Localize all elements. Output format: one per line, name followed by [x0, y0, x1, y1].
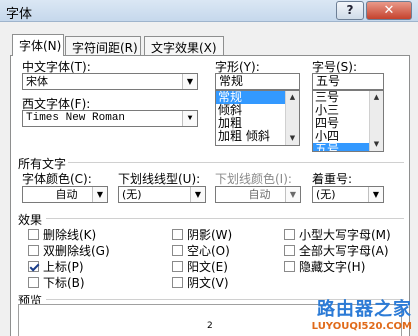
- watermark-brand: 路由器之家: [317, 299, 412, 320]
- checkbox-box[interactable]: [172, 261, 183, 272]
- watermark-url: LUYOUQI520.COM: [311, 321, 412, 332]
- emphasis-mark-label: 着重号:: [312, 172, 353, 186]
- arrow-up-icon[interactable]: ▲: [370, 91, 383, 104]
- font-size-input[interactable]: 五号: [312, 73, 384, 90]
- checkbox-engrave[interactable]: 阴文(V): [172, 274, 229, 290]
- title-bar: 字体 ? ✕: [0, 0, 418, 22]
- arrow-down-icon[interactable]: ▼: [286, 132, 299, 145]
- checkbox-double-strikethrough[interactable]: 双删除线(G): [28, 242, 110, 258]
- checkbox-box[interactable]: [28, 277, 39, 288]
- tab-character-spacing[interactable]: 字符间距(R): [65, 36, 141, 56]
- emphasis-mark-select[interactable]: (无) ▼: [312, 186, 384, 203]
- checkbox-strikethrough[interactable]: 删除线(K): [28, 226, 96, 242]
- font-color-select[interactable]: 自动 ▼: [22, 186, 108, 203]
- chevron-down-icon: ▼: [190, 187, 205, 202]
- underline-style-select[interactable]: (无) ▼: [118, 186, 206, 203]
- western-font-select[interactable]: Times New Roman ▼: [22, 110, 198, 127]
- underline-style-label: 下划线线型(U):: [118, 172, 201, 186]
- arrow-down-icon[interactable]: ▼: [370, 138, 383, 151]
- watermark-logo: 路由器之家 LUYOUQI520.COM: [312, 295, 412, 332]
- checkbox-box[interactable]: [28, 261, 39, 272]
- font-color-label: 字体颜色(C):: [22, 172, 92, 186]
- checkbox-box[interactable]: [172, 229, 183, 240]
- window-title: 字体: [6, 7, 33, 22]
- checkbox-superscript[interactable]: 上标(P): [28, 258, 84, 274]
- checkbox-box[interactable]: [172, 277, 183, 288]
- checkbox-shadow[interactable]: 阴影(W): [172, 226, 232, 242]
- checkbox-small-caps[interactable]: 小型大写字母(M): [284, 226, 391, 242]
- font-style-input[interactable]: 常规: [215, 73, 300, 90]
- chevron-down-icon: ▼: [368, 187, 383, 202]
- close-button[interactable]: ✕: [366, 1, 412, 20]
- font-style-list[interactable]: 常规 倾斜 加粗 加粗 倾斜 ▲ ▼: [215, 90, 300, 146]
- checkbox-box[interactable]: [284, 229, 295, 240]
- checkbox-box[interactable]: [28, 245, 39, 256]
- chevron-down-icon: ▼: [92, 187, 107, 202]
- tab-text-effects[interactable]: 文字效果(X): [144, 36, 224, 56]
- emphasis-mark-value: (无): [316, 188, 336, 201]
- checkbox-hidden[interactable]: 隐藏文字(H): [284, 258, 365, 274]
- preview-sample: 2: [207, 321, 213, 331]
- western-font-value: Times New Roman: [26, 112, 126, 124]
- underline-style-value: (无): [122, 188, 142, 201]
- divider: [46, 218, 404, 219]
- underline-color-value: 自动: [248, 188, 271, 201]
- checkbox-box[interactable]: [28, 229, 39, 240]
- chevron-down-icon: ▼: [182, 111, 197, 126]
- chinese-font-select[interactable]: 宋体 ▼: [22, 73, 198, 90]
- chinese-font-value: 宋体: [26, 75, 48, 88]
- checkbox-subscript[interactable]: 下标(B): [28, 274, 85, 290]
- underline-color-label: 下划线颜色(I):: [215, 172, 292, 186]
- checkbox-box[interactable]: [172, 245, 183, 256]
- tab-font[interactable]: 字体(N): [12, 34, 64, 56]
- font-size-list[interactable]: 三号 小三 四号 小四 五号 ▲ ▼: [312, 90, 384, 152]
- checkbox-outline[interactable]: 空心(O): [172, 242, 230, 258]
- checkbox-all-caps[interactable]: 全部大写字母(A): [284, 242, 389, 258]
- underline-color-select: 自动 ▼: [215, 186, 301, 203]
- checkbox-box[interactable]: [284, 261, 295, 272]
- chevron-down-icon: ▼: [285, 187, 300, 202]
- chevron-down-icon: ▼: [182, 74, 197, 89]
- scrollbar[interactable]: ▲ ▼: [369, 91, 383, 151]
- arrow-up-icon[interactable]: ▲: [286, 91, 299, 104]
- scrollbar[interactable]: ▲ ▼: [285, 91, 299, 145]
- checkbox-emboss[interactable]: 阳文(E): [172, 258, 228, 274]
- font-color-value: 自动: [55, 188, 78, 201]
- help-button[interactable]: ?: [336, 1, 364, 20]
- divider: [68, 162, 404, 163]
- checkbox-box[interactable]: [284, 245, 295, 256]
